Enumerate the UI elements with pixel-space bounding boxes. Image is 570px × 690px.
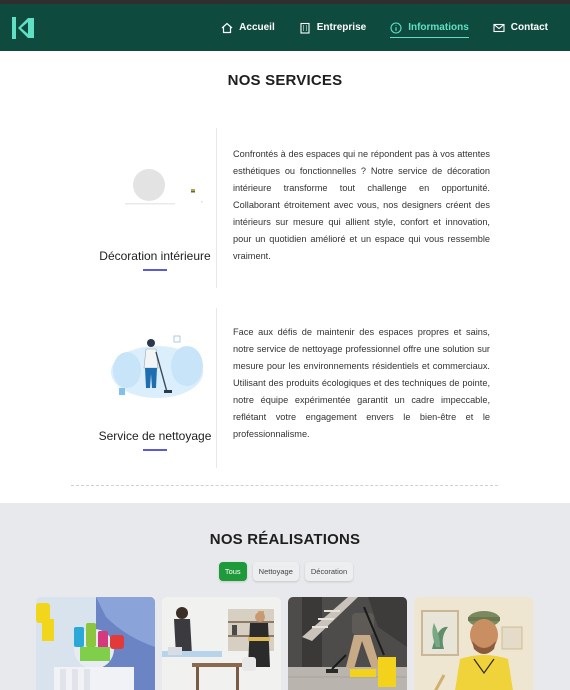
navbar: Accueil Entreprise Informations Contact [0, 4, 570, 51]
service-nettoyage-label: Service de nettoyage [98, 429, 212, 443]
nav-item-entreprise[interactable]: Entreprise [299, 4, 366, 51]
nav-label-entreprise: Entreprise [316, 22, 367, 33]
service-decoration-underline [143, 269, 167, 271]
building-icon [300, 22, 310, 34]
photo-office-cleaning[interactable] [162, 597, 281, 690]
logo[interactable] [10, 15, 36, 41]
info-icon [390, 21, 402, 34]
filter-nettoyage[interactable]: Nettoyage [252, 562, 299, 581]
nav-item-contact[interactable]: Contact [493, 4, 548, 51]
realisations-title: NOS RÉALISATIONS [209, 531, 361, 548]
nav-item-informations[interactable]: Informations [390, 4, 469, 51]
service-decoration: Décoration intérieure Confrontés à des e… [0, 128, 570, 288]
divider-line [216, 308, 217, 468]
home-icon [221, 22, 233, 33]
cleaning-illustration [111, 335, 203, 398]
filter-bar: Tous Nettoyage Décoration [2, 562, 570, 581]
nav-item-accueil[interactable]: Accueil [221, 4, 275, 51]
service-nettoyage-underline [143, 449, 167, 451]
photo-cleaning-supplies[interactable] [36, 597, 155, 690]
photo-floor-mopping[interactable] [288, 597, 407, 690]
photo-cleaner-portrait[interactable] [414, 597, 533, 690]
divider-line [216, 128, 217, 288]
service-decoration-card: Décoration intérieure [60, 166, 250, 271]
main-nav: Accueil Entreprise Informations Contact [221, 4, 548, 51]
nav-label-informations: Informations [408, 22, 469, 33]
filter-tous[interactable]: Tous [218, 562, 247, 581]
service-nettoyage-text: Face aux défis de maintenir des espaces … [233, 327, 490, 439]
nav-label-accueil: Accueil [239, 22, 275, 33]
service-decoration-text: Confrontés à des espaces qui ne réponden… [233, 149, 490, 261]
service-nettoyage-card: Service de nettoyage [60, 330, 250, 451]
service-nettoyage: Service de nettoyage Face aux défis de m… [0, 308, 570, 468]
services-title: NOS SERVICES [227, 72, 343, 89]
nav-label-contact: Contact [510, 22, 548, 33]
dashed-separator [71, 485, 498, 486]
filter-decoration[interactable]: Décoration [304, 562, 354, 581]
realisations-section: NOS RÉALISATIONS Tous Nettoyage Décorati… [0, 503, 570, 690]
mail-icon [493, 23, 505, 32]
photo-grid [36, 597, 533, 690]
decoration-illustration [125, 169, 203, 205]
service-decoration-label: Décoration intérieure [99, 249, 211, 263]
